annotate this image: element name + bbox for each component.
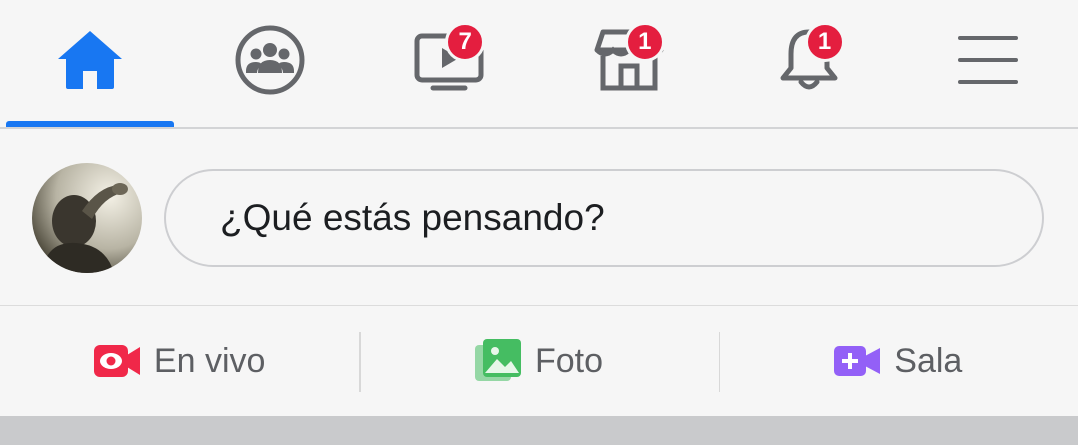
photo-label: Foto (534, 341, 604, 380)
room-icon (834, 346, 881, 376)
groups-icon (230, 20, 310, 100)
watch-badge: 7 (445, 21, 486, 62)
live-video-icon (93, 345, 140, 377)
photo-icon (474, 339, 521, 381)
photo-button[interactable]: Foto (359, 306, 718, 416)
marketplace-badge: 1 (624, 21, 665, 62)
tab-menu[interactable] (898, 0, 1078, 127)
tab-groups[interactable] (180, 0, 360, 127)
menu-icon (948, 20, 1028, 100)
avatar[interactable] (32, 163, 142, 273)
feed-separator (0, 416, 1078, 445)
tab-home[interactable] (0, 0, 180, 127)
marketplace-icon-wrap: 1 (589, 20, 669, 100)
post-composer: ¿Qué estás pensando? (0, 129, 1078, 306)
live-video-label: En vivo (153, 341, 266, 380)
composer-actions: En vivo Foto Sala (0, 306, 1078, 416)
room-label: Sala (894, 341, 963, 380)
top-navigation-bar: 7 1 1 (0, 0, 1078, 129)
watch-icon-wrap: 7 (409, 20, 489, 100)
tab-marketplace[interactable]: 1 (539, 0, 719, 127)
live-video-button[interactable]: En vivo (0, 306, 359, 416)
tab-watch[interactable]: 7 (359, 0, 539, 127)
tab-notifications[interactable]: 1 (719, 0, 899, 127)
home-icon (50, 20, 130, 100)
notifications-icon-wrap: 1 (769, 20, 849, 100)
status-input[interactable]: ¿Qué estás pensando? (164, 169, 1044, 267)
room-button[interactable]: Sala (718, 306, 1078, 416)
notifications-badge: 1 (804, 21, 845, 62)
